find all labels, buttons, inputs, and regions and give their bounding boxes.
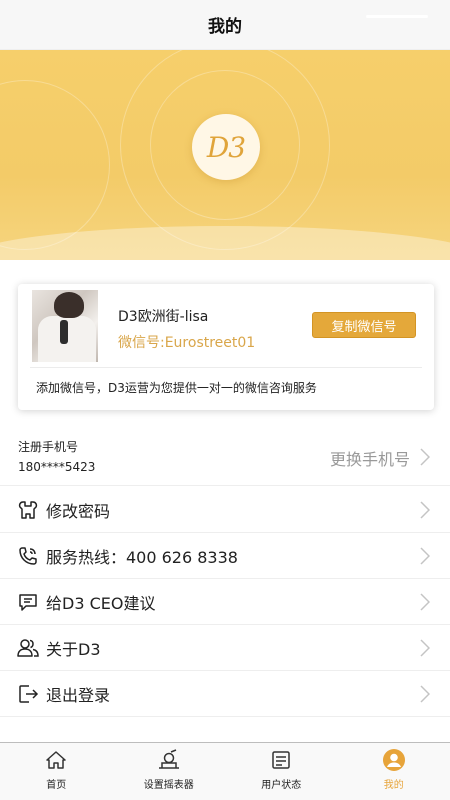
tab-mine[interactable]: 我的	[338, 743, 450, 800]
phone-label: 注册手机号	[18, 440, 79, 454]
user-status-icon	[268, 748, 294, 772]
shaker-icon	[156, 748, 182, 772]
tab-user-status[interactable]: 用户状态	[225, 743, 338, 800]
menu-label: 修改密码	[46, 501, 111, 521]
service-description: 添加微信号，D3运营为您提供一对一的微信咨询服务	[36, 381, 317, 395]
bottom-tab-bar: 首页 设置摇表器 用户状态 我的	[0, 742, 450, 800]
banner-ring	[0, 80, 110, 250]
feedback-icon	[16, 590, 40, 614]
status-indicator	[366, 15, 428, 18]
hotline-icon	[16, 544, 40, 568]
menu-label: 退出登录	[46, 685, 111, 705]
about-icon	[16, 636, 40, 660]
tab-home[interactable]: 首页	[0, 743, 113, 800]
profile-banner: D3	[0, 50, 450, 260]
tab-label: 首页	[46, 780, 67, 791]
menu-item-change-password[interactable]: 修改密码	[0, 487, 450, 533]
home-icon	[43, 748, 69, 772]
logout-icon	[16, 682, 40, 706]
wechat-id: 微信号:Eurostreet01	[118, 335, 256, 351]
tab-label: 用户状态	[261, 780, 302, 791]
chevron-right-icon	[420, 638, 430, 657]
page-title: 我的	[208, 17, 242, 37]
chevron-right-icon	[420, 546, 430, 565]
menu-label: 给D3 CEO建议	[46, 593, 156, 613]
menu-label: 服务热线：400 626 8338	[46, 547, 238, 567]
profile-icon	[381, 748, 407, 772]
menu-item-hotline[interactable]: 服务热线：400 626 8338	[0, 533, 450, 579]
menu-item-about[interactable]: 关于D3	[0, 625, 450, 671]
menu-label: 关于D3	[46, 639, 101, 659]
logo-text: D3	[206, 130, 246, 164]
contact-card: D3欧洲街-lisa 微信号:Eurostreet01 复制微信号 添加微信号，…	[18, 284, 434, 410]
chevron-right-icon	[420, 500, 430, 519]
chevron-right-icon	[420, 592, 430, 611]
menu-item-ceo-feedback[interactable]: 给D3 CEO建议	[0, 579, 450, 625]
menu-item-logout[interactable]: 退出登录	[0, 671, 450, 717]
phone-row[interactable]: 注册手机号 180****5423 更换手机号	[0, 430, 450, 486]
title-bar: 我的	[0, 0, 450, 50]
chevron-right-icon	[420, 448, 430, 466]
d3-logo: D3	[192, 114, 260, 180]
consultant-name: D3欧洲街-lisa	[118, 309, 209, 325]
consultant-avatar	[32, 290, 98, 362]
change-phone-link[interactable]: 更换手机号	[330, 446, 410, 470]
password-icon	[16, 498, 40, 522]
chevron-right-icon	[420, 684, 430, 703]
tab-shaker-settings[interactable]: 设置摇表器	[113, 743, 226, 800]
card-divider	[30, 367, 422, 368]
tab-label: 设置摇表器	[143, 780, 194, 791]
tab-label: 我的	[383, 780, 404, 791]
copy-wechat-button[interactable]: 复制微信号	[312, 312, 416, 338]
phone-number: 180****5423	[18, 460, 96, 474]
